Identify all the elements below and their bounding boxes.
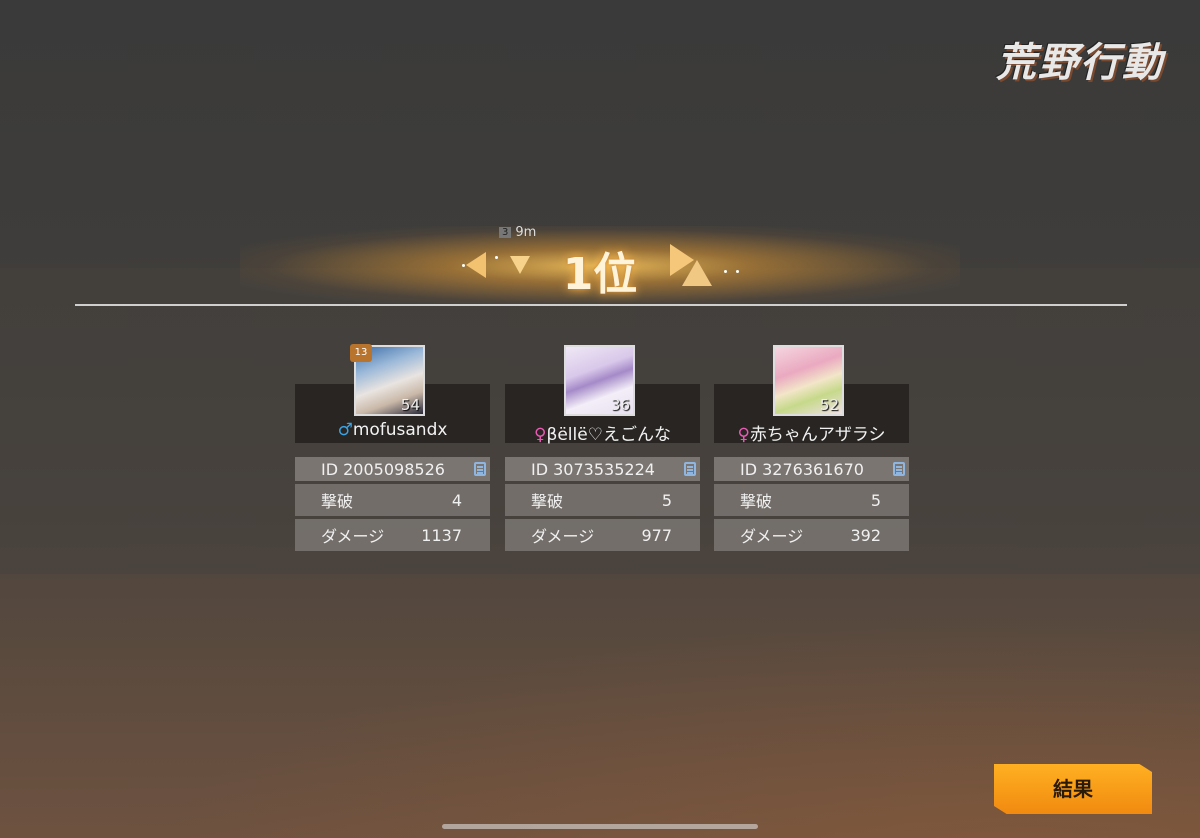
kills-value: 5 (870, 490, 881, 510)
player-id: ID 3073535224 (531, 459, 655, 479)
copy-icon[interactable] (684, 462, 696, 476)
player-level: 36 (610, 396, 630, 414)
player-name-row: ♂mofusandx (295, 420, 490, 440)
player-name: βëllë♡えごんな (546, 425, 671, 445)
kills-label: 撃破 (531, 492, 564, 511)
damage-value: 977 (641, 525, 672, 545)
player-id-row: ID 2005098526 (295, 457, 490, 481)
damage-value: 392 (850, 525, 881, 545)
avatar[interactable]: 52 (773, 345, 844, 416)
male-gender-icon: ♂ (337, 420, 353, 440)
damage-row: ダメージ 977 (505, 519, 700, 551)
avatar[interactable]: 36 (564, 345, 635, 416)
timer-badge: 3 (499, 227, 512, 238)
kills-row: 撃破 4 (295, 484, 490, 516)
home-indicator[interactable] (442, 824, 758, 829)
player-name: 赤ちゃんアザラシ (749, 425, 886, 445)
player-name: mofusandx (352, 420, 448, 440)
result-button[interactable]: 結果 (994, 764, 1152, 814)
player-id: ID 2005098526 (321, 459, 445, 479)
player-id-row: ID 3276361670 (714, 457, 909, 481)
rank-badge-icon: 13 (350, 344, 372, 362)
female-gender-icon: ♀ (534, 425, 547, 445)
female-gender-icon: ♀ (737, 425, 750, 445)
player-id-row: ID 3073535224 (505, 457, 700, 481)
kills-row: 撃破 5 (505, 484, 700, 516)
kills-value: 4 (451, 490, 462, 510)
damage-label: ダメージ (531, 527, 595, 546)
kills-row: 撃破 5 (714, 484, 909, 516)
game-logo: 荒野行動 (996, 39, 1164, 86)
player-stats: ID 2005098526 撃破 4 ダメージ 1137 (295, 457, 490, 554)
damage-value: 1137 (421, 525, 462, 545)
copy-icon[interactable] (893, 462, 905, 476)
damage-row: ダメージ 1137 (295, 519, 490, 551)
placement-rank: 1位 (562, 249, 638, 300)
player-name-row: ♀赤ちゃんアザラシ (714, 420, 909, 445)
divider-line (75, 304, 1127, 306)
player-level: 52 (819, 396, 839, 414)
damage-label: ダメージ (321, 527, 385, 546)
player-id: ID 3276361670 (740, 459, 864, 479)
damage-label: ダメージ (740, 527, 804, 546)
kills-value: 5 (661, 490, 672, 510)
player-stats: ID 3276361670 撃破 5 ダメージ 392 (714, 457, 909, 554)
damage-row: ダメージ 392 (714, 519, 909, 551)
player-stats: ID 3073535224 撃破 5 ダメージ 977 (505, 457, 700, 554)
kills-label: 撃破 (740, 492, 773, 511)
kills-label: 撃破 (321, 492, 354, 511)
player-level: 54 (400, 396, 420, 414)
copy-icon[interactable] (474, 462, 486, 476)
player-name-row: ♀βëllë♡えごんな (505, 420, 700, 445)
